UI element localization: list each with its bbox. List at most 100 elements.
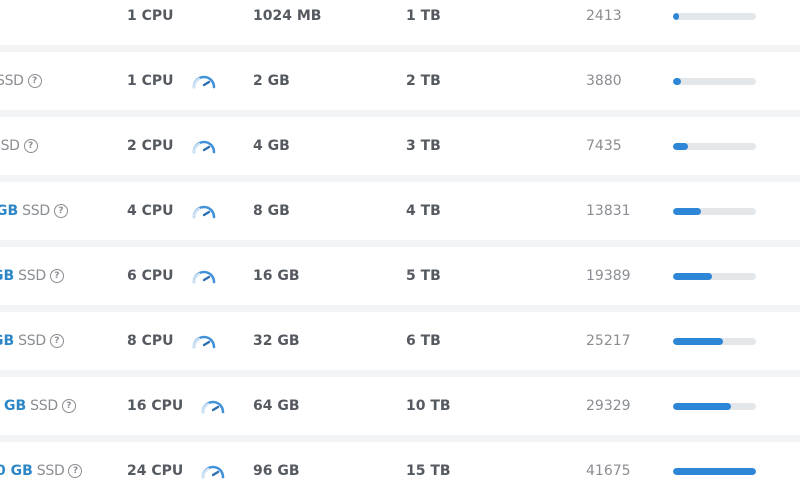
bandwidth-cell: 3 TB: [406, 117, 441, 175]
speedometer-icon[interactable]: [190, 202, 218, 220]
cpu-cell: 1 CPU: [127, 52, 218, 110]
ram-cell: 8 GB: [253, 182, 290, 240]
bandwidth-value: 5 TB: [406, 268, 441, 284]
score-bar-track: [673, 337, 756, 345]
score-bar-cell: [673, 247, 756, 305]
speedometer-icon[interactable]: [199, 397, 227, 415]
help-icon[interactable]: ?: [53, 204, 68, 218]
disk-type: SSD: [22, 203, 50, 219]
plan-row[interactable]: GBSSD? 6 CPU 16 GB 5 TB 19389: [0, 247, 800, 305]
score-bar-cell: [673, 442, 756, 500]
score-bar-fill: [673, 142, 688, 150]
ram-value: 4 GB: [253, 138, 290, 154]
score-bar-track: [673, 272, 756, 280]
server-plans-table: 1 CPU 1024 MB 1 TB 2413 SSD? 1 CPU 2 GB 2 TB 388…: [0, 0, 800, 500]
cpu-count: 8 CPU: [127, 333, 174, 349]
cpu-count: 24 CPU: [127, 463, 184, 479]
cpu-count: 2 CPU: [127, 138, 174, 154]
help-icon[interactable]: ?: [27, 74, 42, 88]
disk-cell: 0 GB SSD?: [0, 442, 83, 500]
score-bar-fill: [673, 77, 681, 85]
bandwidth-value: 3 TB: [406, 138, 441, 154]
plan-row[interactable]: 1 CPU 1024 MB 1 TB 2413: [0, 0, 800, 45]
cpu-cell: 4 CPU: [127, 182, 218, 240]
disk-cell: SSD?: [0, 52, 42, 110]
help-icon[interactable]: ?: [49, 334, 64, 348]
bandwidth-value: 1 TB: [406, 8, 441, 24]
score-bar-track: [673, 77, 756, 85]
disk-type: SSD: [0, 73, 24, 89]
cpu-count: 16 CPU: [127, 398, 184, 414]
score-bar-fill: [673, 12, 679, 20]
cpu-count: 1 CPU: [127, 73, 174, 89]
help-icon[interactable]: ?: [61, 399, 76, 413]
disk-size: GB: [0, 268, 15, 284]
score-cell: 7435: [586, 117, 622, 175]
score-bar-cell: [673, 52, 756, 110]
score-bar-cell: [673, 377, 756, 435]
score-bar-track: [673, 142, 756, 150]
score-bar-fill: [673, 467, 756, 475]
disk-size: GB: [0, 203, 19, 219]
disk-cell: SSD?: [0, 117, 38, 175]
bandwidth-cell: 1 TB: [406, 0, 441, 45]
cpu-cell: 24 CPU: [127, 442, 227, 500]
disk-cell: GBSSD?: [0, 182, 68, 240]
score-bar-track: [673, 402, 756, 410]
cpu-cell: 2 CPU: [127, 117, 218, 175]
cpu-count: 6 CPU: [127, 268, 174, 284]
bandwidth-cell: 6 TB: [406, 312, 441, 370]
help-icon[interactable]: ?: [49, 269, 64, 283]
score-bar-fill: [673, 402, 732, 410]
score-cell: 13831: [586, 182, 631, 240]
benchmark-score: 19389: [586, 268, 631, 284]
disk-type: SSD: [18, 268, 46, 284]
score-bar-cell: [673, 182, 756, 240]
cpu-cell: 16 CPU: [127, 377, 227, 435]
disk-size: GB: [4, 398, 27, 414]
speedometer-icon[interactable]: [190, 332, 218, 350]
score-bar-cell: [673, 117, 756, 175]
speedometer-icon[interactable]: [190, 267, 218, 285]
speedometer-icon[interactable]: [190, 137, 218, 155]
help-icon[interactable]: ?: [23, 139, 38, 153]
cpu-count: 4 CPU: [127, 203, 174, 219]
disk-type: SSD: [0, 138, 20, 154]
cpu-cell: 1 CPU: [127, 0, 174, 45]
speedometer-icon[interactable]: [199, 462, 227, 480]
score-bar-fill: [673, 207, 701, 215]
help-icon[interactable]: ?: [68, 464, 83, 478]
disk-size: 0 GB: [0, 463, 33, 479]
ram-value: 2 GB: [253, 73, 290, 89]
bandwidth-value: 10 TB: [406, 398, 451, 414]
ram-value: 64 GB: [253, 398, 300, 414]
disk-type: SSD: [30, 398, 58, 414]
plan-row[interactable]: 0 GB SSD? 24 CPU 96 GB 15 TB 41675: [0, 442, 800, 500]
speedometer-icon[interactable]: [190, 72, 218, 90]
bandwidth-cell: 4 TB: [406, 182, 441, 240]
benchmark-score: 7435: [586, 138, 622, 154]
bandwidth-cell: 5 TB: [406, 247, 441, 305]
score-bar-cell: [673, 312, 756, 370]
disk-size: GB: [0, 333, 15, 349]
ram-cell: 96 GB: [253, 442, 300, 500]
disk-type: SSD: [18, 333, 46, 349]
plan-row[interactable]: SSD? 2 CPU 4 GB 3 TB 7435: [0, 117, 800, 175]
plan-row[interactable]: SSD? 1 CPU 2 GB 2 TB 3880: [0, 52, 800, 110]
bandwidth-value: 4 TB: [406, 203, 441, 219]
score-cell: 2413: [586, 0, 622, 45]
disk-cell: GBSSD?: [4, 377, 76, 435]
ram-value: 16 GB: [253, 268, 300, 284]
benchmark-score: 41675: [586, 463, 631, 479]
plan-row[interactable]: GBSSD? 8 CPU 32 GB 6 TB 25217: [0, 312, 800, 370]
benchmark-score: 29329: [586, 398, 631, 414]
bandwidth-value: 6 TB: [406, 333, 441, 349]
cpu-cell: 6 CPU: [127, 247, 218, 305]
plan-row[interactable]: GB SSD? 16 CPU 64 GB 10 TB 29329: [0, 377, 800, 435]
plan-row[interactable]: GB SSD? 4 CPU 8 GB 4 TB 13831: [0, 182, 800, 240]
score-bar-fill: [673, 272, 712, 280]
bandwidth-cell: 15 TB: [406, 442, 451, 500]
score-cell: 29329: [586, 377, 631, 435]
score-bar-cell: [673, 0, 756, 45]
cpu-cell: 8 CPU: [127, 312, 218, 370]
